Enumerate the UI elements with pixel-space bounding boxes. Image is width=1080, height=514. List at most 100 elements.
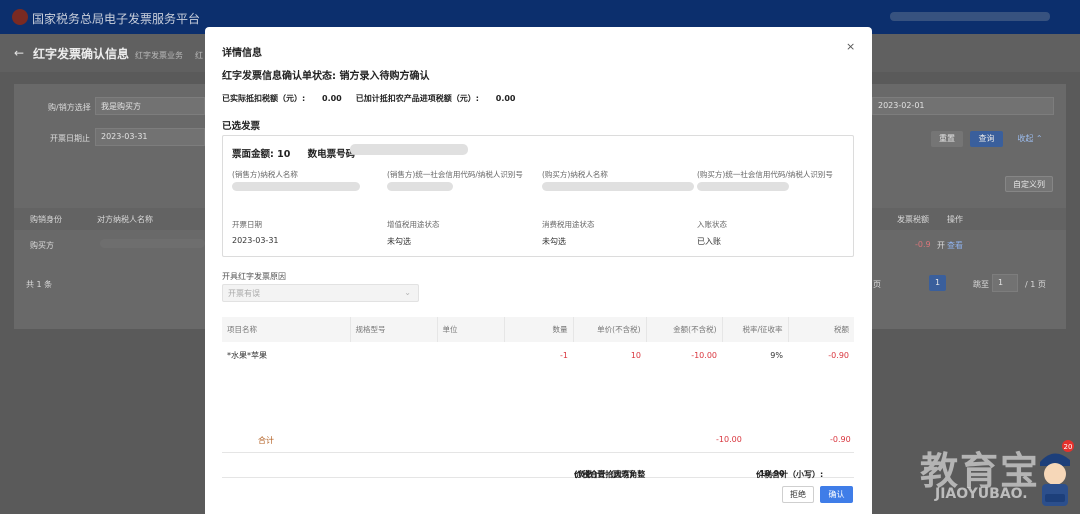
grand-total-lower-value: -10.90 [756, 469, 785, 478]
mascot-icon: 20 [1040, 440, 1074, 506]
date-start-input[interactable]: 2023-02-01 [872, 97, 1054, 115]
view-link[interactable]: 查看 [947, 240, 963, 251]
agri-deduction-label: 已加计抵扣农产品进项税额（元）: [355, 94, 479, 103]
item-name: *水果*苹果 [227, 351, 267, 360]
selected-invoice-card: 票面金额: 10 数电票号码 (销售方)纳税人名称 (销售方)统一社会信用代码/… [222, 135, 854, 257]
buyer-seller-select[interactable]: 我是购买方 [95, 97, 205, 115]
red-invoice-reason-select[interactable]: 开票有误 ⌄ [222, 284, 419, 302]
reject-button[interactable]: 拒绝 [782, 486, 814, 503]
column-header: 规格型号 [350, 317, 438, 342]
subtotal-amount: -10.00 [716, 435, 742, 444]
chevron-down-icon: ⌄ [404, 288, 411, 297]
column-header: 单价(不含税) [573, 317, 647, 342]
page-title: 红字发票确认信息 [33, 47, 130, 61]
invoice-number-label: 数电票号码 [307, 149, 356, 160]
column-header: 发票税额 [897, 215, 929, 224]
collapse-toggle[interactable]: 收起 ⌃ [1012, 131, 1048, 147]
issue-date-value: 2023-03-31 [232, 236, 279, 245]
confirmation-status: 红字发票信息确认单状态: 销方录入待购方确认 [222, 67, 429, 82]
total-count: 共 1 条 [26, 280, 53, 289]
status-label: 红字发票信息确认单状态: [222, 71, 336, 82]
reset-button[interactable]: 重置 [931, 131, 963, 147]
date-end-input[interactable]: 2023-03-31 [95, 128, 205, 146]
app-title: 国家税务总局电子发票服务平台 [32, 12, 201, 26]
issue-date-label: 开票日期 [232, 220, 262, 229]
buyer-seller-label: 购/销方选择 [48, 103, 91, 112]
face-amount-value: 10 [277, 149, 291, 160]
custom-columns-button[interactable]: 自定义列 [1005, 176, 1053, 192]
item-unit-price: 10 [630, 351, 641, 360]
breadcrumb-item[interactable]: 红 [195, 50, 203, 61]
red-invoice-reason-label: 开具红字发票原因 [222, 272, 286, 281]
invoice-number-redacted [350, 144, 468, 155]
table-row: *水果*苹果 -1 10 -10.00 9% -0.90 [222, 342, 854, 369]
vat-use-label: 增值税用途状态 [387, 220, 440, 229]
dialog-title: 详情信息 [222, 48, 262, 59]
row-tax: -0.9 [915, 240, 931, 249]
buyer-name-redacted [542, 182, 694, 191]
detail-dialog: 详情信息 × 红字发票信息确认单状态: 销方录入待购方确认 已实际抵扣税额（元）… [205, 27, 872, 514]
user-info-redacted [890, 12, 1050, 21]
jump-page-input[interactable]: 1 [992, 274, 1018, 292]
agri-deduction-value: 0.00 [495, 94, 516, 103]
column-header: 项目名称 [222, 317, 351, 342]
subtotal-row: 合计 -10.00 -0.90 [222, 430, 854, 453]
deduction-amounts: 已实际抵扣税额（元）: 0.00 已加计抵扣农产品进项税额（元）: 0.00 [222, 93, 516, 104]
tax-emblem-icon [12, 9, 28, 25]
deducted-label: 已实际抵扣税额（元）: [222, 94, 306, 103]
subtotal-label: 合计 [258, 436, 274, 445]
buyer-tax-id-label: (购买方)统一社会信用代码/纳税人识别号 [697, 170, 833, 179]
invoice-items-table: 项目名称 规格型号 单位 数量 单价(不含税) 金额(不含税) 税率/征收率 税… [222, 317, 854, 369]
row-action-prefix: 开 [937, 241, 945, 250]
items-header-row: 项目名称 规格型号 单位 数量 单价(不含税) 金额(不含税) 税率/征收率 税… [222, 317, 854, 342]
column-header: 对方纳税人名称 [97, 215, 153, 224]
item-quantity: -1 [560, 351, 568, 360]
selected-invoice-heading: 已选发票 [222, 121, 261, 132]
column-header: 税率/征收率 [722, 317, 789, 342]
column-header: 税额 [788, 317, 854, 342]
consumption-tax-use-value: 未勾选 [542, 237, 566, 246]
vat-use-value: 未勾选 [387, 237, 411, 246]
invoice-summary: 票面金额: 10 数电票号码 [232, 146, 355, 160]
date-end-label: 开票日期止 [50, 134, 90, 143]
watermark-url: JIAOYUBAO. [935, 486, 1028, 502]
accounting-status-label: 入账状态 [697, 220, 727, 229]
item-amount: -10.00 [691, 351, 717, 360]
column-header: 购销身份 [30, 215, 62, 224]
back-arrow-icon[interactable]: ← [14, 46, 24, 60]
page-number-current[interactable]: 1 [929, 275, 946, 291]
seller-tax-id-redacted [387, 182, 453, 191]
accounting-status-value: 已入账 [697, 237, 721, 246]
column-header: 数量 [504, 317, 574, 342]
seller-tax-id-label: (销售方)统一社会信用代码/纳税人识别号 [387, 170, 523, 179]
close-icon[interactable]: × [846, 40, 855, 53]
grand-total-upper-value: (负数)壹拾圆玖角整 [574, 470, 646, 479]
item-tax-rate: 9% [770, 351, 783, 360]
item-tax: -0.90 [828, 351, 849, 360]
seller-name-label: (销售方)纳税人名称 [232, 170, 298, 179]
face-amount-label: 票面金额: [232, 149, 274, 160]
subtotal-tax: -0.90 [830, 435, 851, 444]
grand-total-row: 价税合计（大写）: (负数)壹拾圆玖角整 价税合计（小写）: -10.90 [222, 453, 854, 479]
column-header: 操作 [947, 215, 963, 224]
buyer-tax-id-redacted [697, 182, 789, 191]
column-header: 金额(不含税) [646, 317, 723, 342]
notification-badge: 20 [1064, 443, 1073, 451]
page-count: / 1 页 [1025, 280, 1046, 289]
seller-name-redacted [232, 182, 360, 191]
deducted-value: 0.00 [322, 94, 342, 103]
column-header: 单位 [437, 317, 505, 342]
confirm-button[interactable]: 确认 [820, 486, 853, 503]
breadcrumb-item[interactable]: 红字发票业务 [135, 50, 183, 61]
query-button[interactable]: 查询 [970, 131, 1003, 147]
counterparty-redacted [100, 239, 205, 248]
status-value: 销方录入待购方确认 [339, 71, 430, 82]
page-size-select[interactable]: 页 [873, 279, 881, 290]
item-unit [437, 342, 504, 369]
item-spec [350, 342, 437, 369]
row-identity: 购买方 [30, 241, 54, 250]
jump-label: 跳至 [973, 280, 989, 289]
buyer-name-label: (购买方)纳税人名称 [542, 170, 608, 179]
reason-value: 开票有误 [228, 289, 260, 298]
consumption-tax-use-label: 消费税用途状态 [542, 220, 595, 229]
